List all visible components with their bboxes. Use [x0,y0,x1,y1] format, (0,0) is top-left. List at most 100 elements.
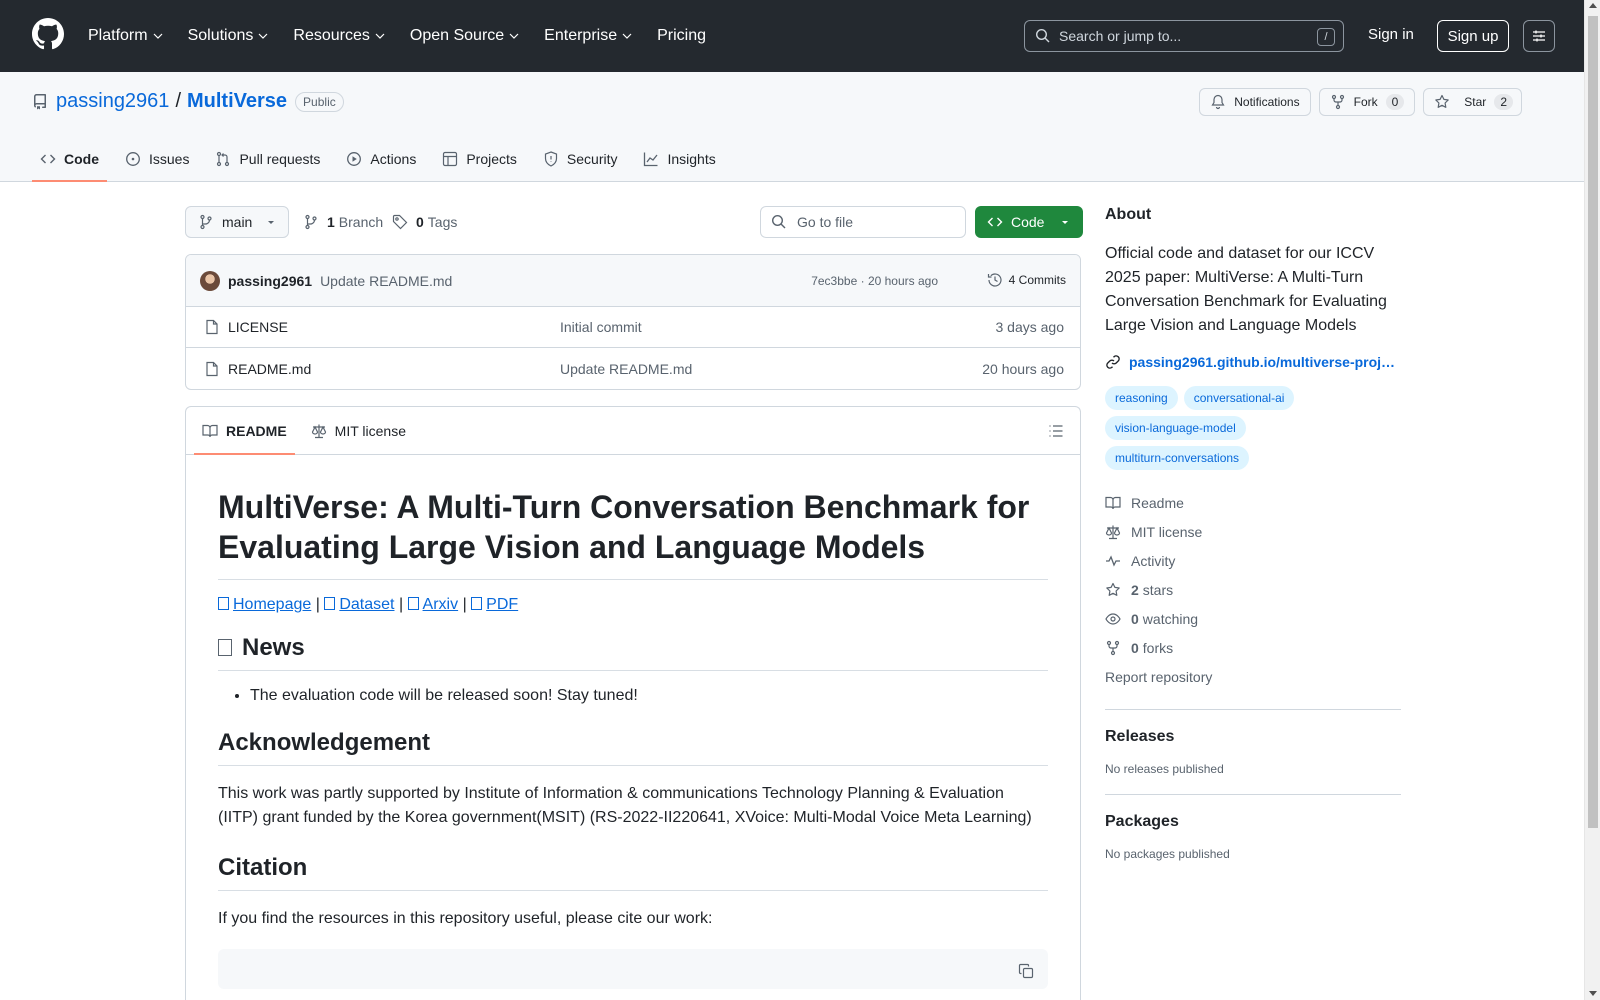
topic-tag[interactable]: multiturn-conversations [1105,446,1250,470]
readme-panel: README MIT license MultiVerse: A Multi-T… [185,406,1081,1000]
commit-author-link[interactable]: passing2961 [228,273,312,289]
topic-tag[interactable]: reasoning [1105,386,1178,410]
readme-link[interactable]: Readme [1105,488,1401,517]
tab-insights[interactable]: Insights [635,136,723,182]
avatar[interactable] [200,270,220,291]
file-navigation: main 1 Branch 0 Tags Go to file Code [185,206,1083,240]
branch-icon [305,214,317,230]
file-name-link[interactable]: README.md [228,361,311,377]
github-logo-icon[interactable] [32,18,64,50]
fork-button[interactable]: Fork 0 [1318,88,1416,116]
topic-tag[interactable]: vision-language-model [1105,416,1246,440]
graph-icon [644,152,658,167]
tag-icon [392,214,408,230]
commit-message-link[interactable]: Update README.md [320,273,452,289]
nav-resources[interactable]: Resources [293,27,385,45]
emoji-placeholder-icon [218,639,232,656]
global-search-input[interactable]: Search or jump to... / [1024,20,1344,52]
tab-projects[interactable]: Projects [434,136,525,182]
tab-pull-requests[interactable]: Pull requests [207,136,328,182]
commit-time: 20 hours ago [867,274,938,288]
arxiv-link[interactable]: Arxiv [407,596,458,613]
sign-in-link[interactable]: Sign in [1368,26,1414,43]
nav-pricing[interactable]: Pricing [657,27,706,45]
scroll-up-arrow-icon[interactable] [1589,3,1597,8]
file-name-link[interactable]: LICENSE [228,319,288,335]
website-link[interactable]: passing2961.github.io/multiverse-proj… [1105,354,1401,370]
commits-history-link[interactable]: 4 Commits [987,272,1066,288]
news-list: The evaluation code will be released soo… [250,687,1048,705]
law-icon [1105,525,1121,539]
caret-down-icon [268,221,275,224]
repo-title: passing2961 / MultiVerse Public [32,90,344,113]
tab-license[interactable]: MIT license [303,407,414,454]
repo-sidebar: About Official code and dataset for our … [1105,206,1401,861]
repo-header: passing2961 / MultiVerse Public Notifica… [0,72,1584,182]
sign-up-button[interactable]: Sign up [1437,20,1509,52]
latest-commit: passing2961 Update README.md 7ec3bbe · 2… [186,255,1080,307]
news-heading: News [218,634,1048,671]
acknowledgement-text: This work was partly supported by Instit… [218,785,1032,826]
nav-solutions[interactable]: Solutions [188,27,270,45]
tab-readme[interactable]: README [194,407,295,455]
fork-icon [1331,94,1344,110]
file-row[interactable]: README.md Update README.md 20 hours ago [186,348,1080,389]
nav-platform[interactable]: Platform [88,27,164,45]
tab-issues[interactable]: Issues [117,136,197,182]
repo-name-link[interactable]: MultiVerse [187,90,287,113]
activity-link[interactable]: Activity [1105,546,1401,575]
star-count: 2 [1494,94,1513,110]
scroll-thumb[interactable] [1588,16,1598,828]
nav-open-source[interactable]: Open Source [410,27,520,45]
command-palette-button[interactable] [1523,20,1555,52]
star-icon [1435,94,1450,108]
citation-text: If you find the resources in this reposi… [218,910,713,927]
watchers-link[interactable]: 0 watching [1105,604,1401,633]
file-commit-message[interactable]: Initial commit [560,319,642,335]
emoji-placeholder-icon [218,597,229,610]
file-row[interactable]: LICENSE Initial commit 3 days ago [186,307,1080,348]
commit-meta: 7ec3bbe · 20 hours ago [811,274,938,288]
scroll-down-arrow-icon[interactable] [1589,991,1597,996]
tab-code[interactable]: Code [32,136,107,182]
code-dropdown-button[interactable]: Code [975,206,1083,238]
commit-hash-link[interactable]: 7ec3bbe [811,274,857,288]
outline-list-icon[interactable] [1048,423,1064,439]
report-repository-link[interactable]: Report repository [1105,662,1401,691]
readme-links: Homepage | Dataset | Arxiv | PDF [218,596,1048,614]
releases-heading[interactable]: Releases [1105,728,1401,746]
top-nav: Platform Solutions Resources Open Source… [88,0,730,72]
tags-link[interactable]: 0 Tags [392,214,457,230]
repo-owner-link[interactable]: passing2961 [56,90,169,113]
forks-link[interactable]: 0 forks [1105,633,1401,662]
about-description: Official code and dataset for our ICCV 2… [1105,245,1387,334]
copy-icon[interactable] [1018,963,1034,979]
fork-count: 0 [1385,94,1405,110]
star-button[interactable]: Star 2 [1423,88,1522,116]
list-item: The evaluation code will be released soo… [250,687,1048,705]
search-shortcut-key: / [1317,28,1335,46]
notifications-button[interactable]: Notifications [1199,88,1311,116]
nav-enterprise[interactable]: Enterprise [544,27,633,45]
bell-icon [1211,94,1225,110]
pulse-icon [1106,554,1120,567]
search-icon [771,214,786,229]
topic-tag[interactable]: conversational-ai [1183,386,1295,410]
global-header: Platform Solutions Resources Open Source… [0,0,1584,72]
stars-link[interactable]: 2 stars [1105,575,1401,604]
branch-select-button[interactable]: main [185,206,289,238]
pdf-link[interactable]: PDF [471,596,518,613]
packages-heading[interactable]: Packages [1105,813,1401,831]
branches-link[interactable]: 1 Branch [303,214,383,230]
tab-security[interactable]: Security [535,136,626,182]
go-to-file-input[interactable]: Go to file [760,206,966,238]
file-commit-message[interactable]: Update README.md [560,361,692,377]
branch-icon [200,214,212,230]
file-commit-date: 3 days ago [995,319,1065,335]
license-link[interactable]: MIT license [1105,517,1401,546]
homepage-link[interactable]: Homepage [218,596,311,613]
dataset-link[interactable]: Dataset [324,596,394,613]
search-placeholder: Search or jump to... [1059,28,1182,44]
page-scrollbar[interactable] [1584,0,1600,1000]
tab-actions[interactable]: Actions [338,136,424,182]
